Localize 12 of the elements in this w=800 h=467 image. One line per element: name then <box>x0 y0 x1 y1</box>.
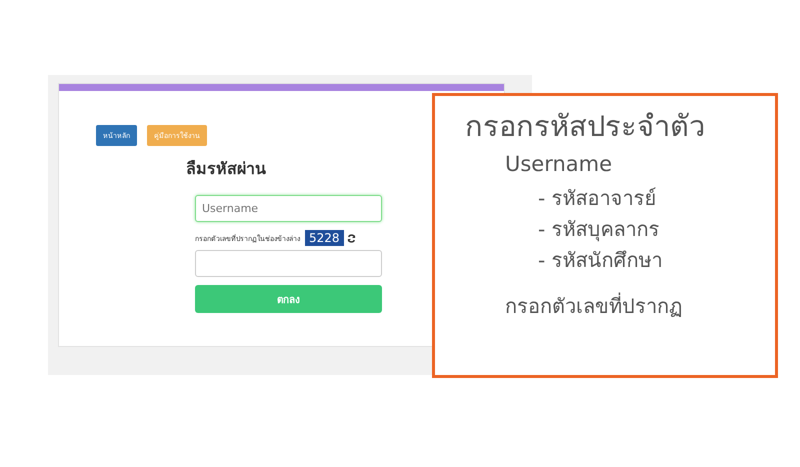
username-field[interactable]: Username <box>195 195 382 222</box>
captcha-field[interactable] <box>195 250 382 277</box>
callout-item: - รหัสอาจารย์ <box>538 186 657 210</box>
page-title: ลืมรหัสผ่าน <box>186 158 267 180</box>
callout-footer: กรอกตัวเลขที่ปรากฏ <box>505 290 682 322</box>
callout-heading: กรอกรหัสประจำตัว <box>465 108 705 145</box>
refresh-icon[interactable] <box>346 234 356 242</box>
submit-button[interactable]: ตกลง <box>195 285 382 313</box>
captcha-code: 5228 <box>305 230 344 246</box>
callout-item: - รหัสนักศึกษา <box>538 248 663 272</box>
callout-subheading: Username <box>505 152 612 176</box>
callout-item: - รหัสบุคลากร <box>538 217 660 241</box>
